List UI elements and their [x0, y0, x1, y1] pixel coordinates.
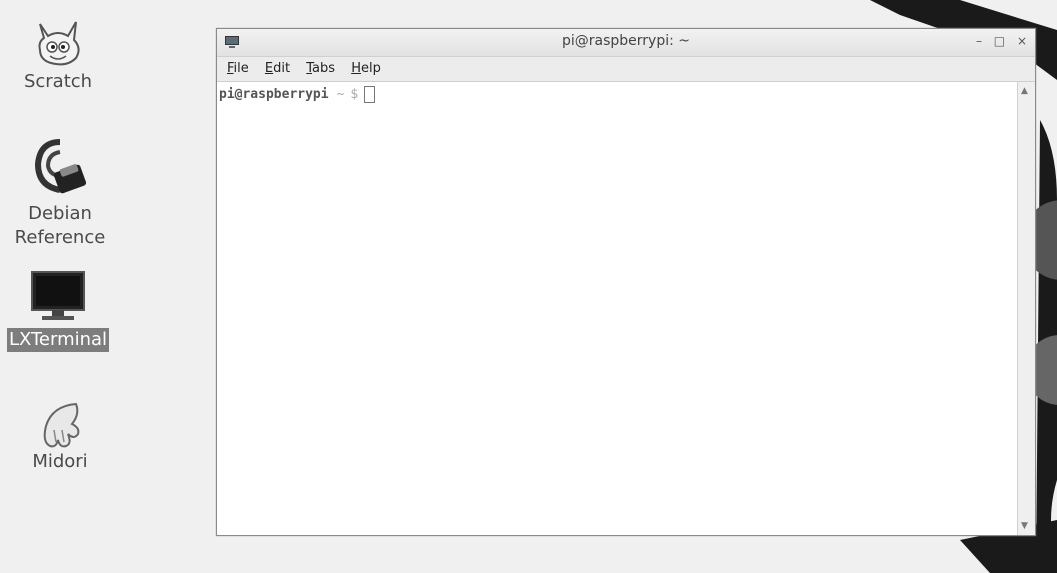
terminal-output[interactable]: pi@raspberrypi ~ $ — [217, 82, 1018, 535]
window-title: pi@raspberrypi: ~ — [561, 33, 691, 49]
window-controls: – □ × — [968, 34, 1027, 48]
desktop-icon-lxterminal[interactable] — [2, 270, 114, 324]
vertical-scrollbar[interactable]: ▲ ▼ — [1017, 82, 1035, 535]
menu-edit[interactable]: Edit — [265, 61, 290, 76]
menu-bar: File Edit Tabs Help — [217, 57, 1035, 82]
menu-tabs[interactable]: Tabs — [306, 61, 335, 76]
terminal-window: pi@raspberrypi: ~ – □ × File Edit Tabs H… — [216, 28, 1036, 536]
menu-help-label: elp — [360, 61, 381, 76]
monitor-icon — [31, 271, 85, 320]
maximize-icon[interactable]: □ — [994, 34, 1005, 48]
titlebar[interactable]: pi@raspberrypi: ~ – □ × — [217, 29, 1035, 57]
desktop-icon-label: LXTerminal — [6, 328, 110, 352]
menu-file-label: ile — [233, 61, 249, 76]
close-icon[interactable]: × — [1017, 34, 1027, 48]
midori-icon — [43, 402, 80, 448]
desktop-icon-midori[interactable]: Midori — [4, 400, 116, 474]
text-cursor — [364, 86, 376, 103]
desktop-icon-label: Debian Reference — [14, 203, 106, 248]
prompt-path: ~ — [336, 87, 345, 102]
desktop-icon-scratch[interactable]: Scratch — [2, 14, 114, 94]
debian-reference-icon — [34, 139, 87, 194]
scroll-up-icon[interactable]: ▲ — [1021, 86, 1028, 96]
menu-help[interactable]: Help — [351, 61, 381, 76]
menu-file[interactable]: File — [227, 61, 249, 76]
desktop-icon-lxterminal-label-wrap: LXTerminal — [2, 328, 114, 352]
desktop-icon-debian-reference[interactable]: Debian Reference — [4, 136, 116, 250]
scroll-down-icon[interactable]: ▼ — [1021, 521, 1028, 531]
menu-tabs-label: abs — [312, 61, 336, 76]
desktop-icon-label: Scratch — [23, 71, 93, 92]
prompt-user: pi@raspberrypi — [219, 87, 329, 102]
prompt-symbol: $ — [350, 87, 359, 102]
scratch-cat-icon — [38, 21, 80, 66]
minimize-icon[interactable]: – — [976, 34, 982, 48]
menu-edit-label: dit — [273, 61, 291, 76]
desktop-icon-label: Midori — [32, 451, 88, 472]
